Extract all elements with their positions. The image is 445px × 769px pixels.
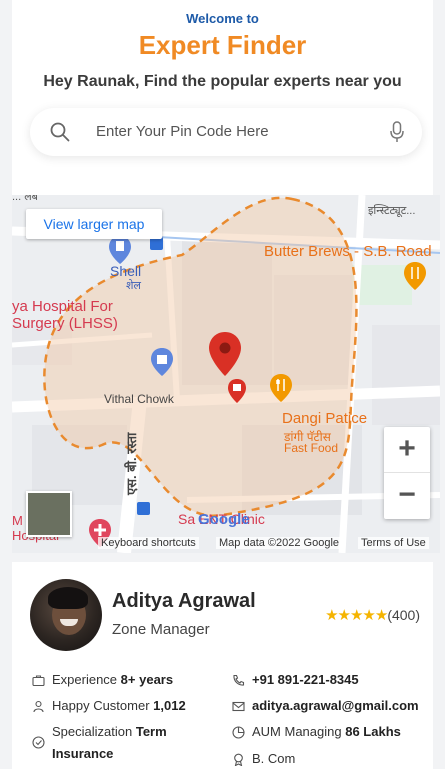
satellite-view-toggle[interactable] bbox=[26, 491, 72, 537]
map-view[interactable]: Butter Brews - S.B. Road Shell शेल ya Ho… bbox=[12, 195, 440, 553]
award-icon bbox=[234, 753, 243, 766]
map-label-hospital-1: ya Hospital For bbox=[12, 298, 113, 315]
map-label-butter-brews: Butter Brews - S.B. Road bbox=[264, 243, 432, 260]
aum-label: AUM Managing bbox=[252, 724, 342, 739]
map-attribution: Keyboard shortcuts Map data ©2022 Google… bbox=[12, 533, 440, 553]
map-label-vithal-chowk: Vithal Chowk bbox=[104, 392, 174, 406]
avatar bbox=[30, 579, 102, 651]
map-label-dangi-1: Dangi Patice bbox=[282, 410, 368, 427]
pincode-input[interactable]: Enter Your Pin Code Here bbox=[96, 123, 269, 140]
specialization-value-1: Term bbox=[135, 724, 167, 739]
experience-value: 8+ years bbox=[120, 672, 174, 687]
map-label-top-left: ... लॅब bbox=[12, 195, 38, 203]
aum-value: 86 Lakhs bbox=[345, 724, 401, 739]
zoom-control: + − bbox=[384, 427, 430, 519]
expert-finder-page: Welcome to Expert Finder Hey Raunak, Fin… bbox=[0, 0, 445, 769]
map-label-institute: इन्स्टिट्यूट... bbox=[368, 205, 416, 217]
shopping-pin-icon[interactable] bbox=[150, 347, 174, 377]
email-value[interactable]: aditya.agrawal@gmail.com bbox=[252, 698, 419, 713]
customers-label: Happy Customer bbox=[52, 698, 150, 713]
map-label-hospital-2: Surgery (LHSS) bbox=[12, 315, 118, 332]
bus-stop-icon-2[interactable] bbox=[137, 502, 150, 515]
expert-role: Zone Manager bbox=[112, 621, 210, 638]
microphone-icon[interactable] bbox=[390, 121, 404, 143]
view-larger-map-link[interactable]: View larger map bbox=[26, 209, 162, 239]
briefcase-icon bbox=[32, 675, 45, 687]
phone-icon bbox=[233, 674, 245, 686]
map-label-shell-marathi: शेल bbox=[126, 280, 141, 292]
google-logo: Google bbox=[198, 511, 250, 528]
expert-name: Aditya Agrawal bbox=[112, 590, 256, 612]
specialization-label: Specialization bbox=[52, 724, 133, 739]
map-label-shell: Shell bbox=[110, 263, 142, 279]
pincode-search-bar[interactable]: Enter Your Pin Code Here bbox=[30, 108, 422, 156]
zoom-out-button[interactable]: − bbox=[384, 473, 430, 519]
page-subtitle: Hey Raunak, Find the popular experts nea… bbox=[43, 73, 402, 90]
star-rating-icon: ★★★★★ bbox=[325, 607, 388, 624]
header: Welcome to Expert Finder Hey Raunak, Fin… bbox=[12, 0, 433, 195]
expert-rating: ★★★★★(400) bbox=[325, 606, 420, 624]
specialization-value-2: Insurance bbox=[52, 746, 114, 761]
avatar-hair bbox=[48, 587, 88, 609]
location-pin-icon[interactable] bbox=[208, 331, 242, 377]
map-label-dangi-3: Fast Food bbox=[284, 441, 339, 455]
expert-card[interactable]: Aditya Agrawal Zone Manager ★★★★★(400) E… bbox=[12, 562, 433, 769]
check-circle-icon bbox=[32, 736, 45, 749]
rating-count: (400) bbox=[387, 607, 420, 623]
person-icon bbox=[33, 700, 44, 713]
mail-icon bbox=[232, 701, 245, 712]
restaurant-pin-icon-2[interactable] bbox=[403, 261, 427, 291]
terms-of-use-link[interactable]: Terms of Use bbox=[358, 537, 429, 549]
zoom-in-button[interactable]: + bbox=[384, 427, 430, 473]
map-label-road: एस. बी. रस्ता bbox=[124, 432, 139, 495]
page-title: Expert Finder bbox=[138, 30, 307, 60]
search-icon[interactable] bbox=[50, 122, 70, 142]
phone-value[interactable]: +91 891-221-8345 bbox=[252, 672, 359, 687]
welcome-text: Welcome to bbox=[186, 11, 259, 26]
fuel-station-pin-icon[interactable] bbox=[108, 235, 132, 265]
pie-chart-icon bbox=[232, 726, 245, 739]
map-data-text: Map data ©2022 Google bbox=[216, 537, 343, 549]
bus-stop-pin-icon[interactable] bbox=[227, 378, 247, 404]
customers-value: 1,012 bbox=[153, 698, 186, 713]
education-value: B. Com bbox=[252, 751, 296, 766]
keyboard-shortcuts-link[interactable]: Keyboard shortcuts bbox=[98, 537, 199, 549]
restaurant-pin-icon[interactable] bbox=[269, 373, 293, 403]
experience-label: Experience bbox=[52, 672, 118, 687]
